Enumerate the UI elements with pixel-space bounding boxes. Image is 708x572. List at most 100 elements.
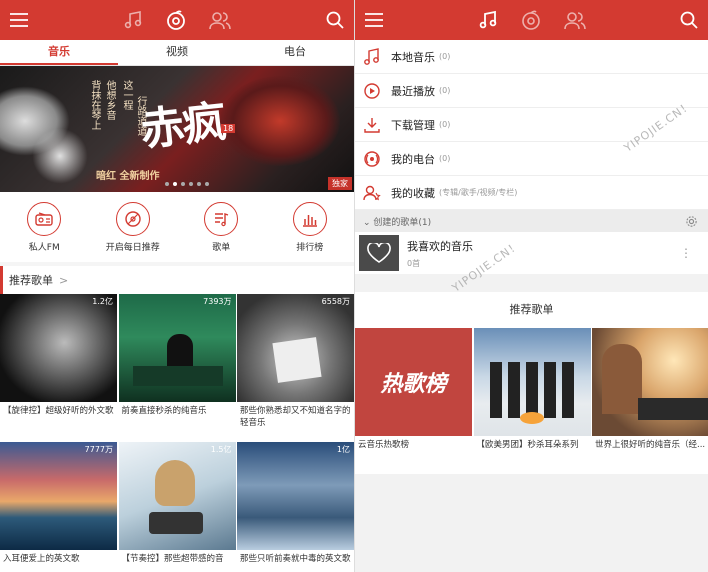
playlist-card[interactable]: 7393万 前奏直接秒杀的纯音乐: [118, 294, 236, 440]
recommended-header: 推荐歌单: [355, 292, 708, 328]
top-bar: [0, 0, 354, 40]
playlist-track-count: 0首: [407, 258, 421, 268]
playlist-caption: 【欧美男团】秒杀耳朵系列: [476, 440, 579, 450]
hot-chart-logo: 热歌榜: [380, 372, 447, 397]
friends-tab-icon[interactable]: [209, 10, 231, 30]
playlist-caption: 那些你熟悉却又不知道名字的轻音乐: [240, 406, 351, 428]
menu-item-downloads[interactable]: 下载管理 (0): [355, 108, 708, 142]
playlist-cover: 7777万: [0, 441, 117, 550]
menu-item-count: (0): [439, 86, 451, 95]
search-icon[interactable]: [326, 11, 344, 29]
menu-item-label: 下载管理: [391, 118, 435, 132]
menu-item-label: 本地音乐: [391, 50, 435, 64]
charts-label: 排行榜: [296, 243, 324, 253]
menu-item-local-music[interactable]: 本地音乐 (0): [355, 40, 708, 74]
music-tab-icon[interactable]: [478, 10, 498, 30]
playlist-grid: 1.2亿 【旋律控】超级好听的外文歌 7393万 前奏直接秒杀的纯音乐 6558…: [0, 294, 354, 572]
discover-tab-icon[interactable]: [165, 9, 187, 31]
search-icon[interactable]: [680, 11, 698, 29]
recommended-playlists-header[interactable]: 推荐歌单 >: [0, 266, 354, 294]
playlist-cover: 1.2亿: [0, 294, 117, 402]
daily-recommend-button[interactable]: 开启每日推荐: [93, 202, 173, 253]
banner-pager: [165, 182, 209, 186]
banner-badge: 18: [221, 124, 236, 133]
banner-subtitle: 暗红 全新制作: [96, 171, 160, 182]
created-playlists-label: 创建的歌单(1): [373, 217, 432, 228]
playlist-card[interactable]: 1.5亿 【节奏控】那些超带感的音: [118, 441, 236, 572]
playlist-cover: [592, 328, 708, 436]
chevron-down-icon: ⌄: [363, 217, 371, 228]
discover-screen: 音乐 视频 电台 背抹在琴上 他想乡音 这一程 行路道道 赤疯 18 暗红 全新…: [0, 0, 354, 572]
recommended-grid: 热歌榜 云音乐热歌榜 【欧美男团】秒杀耳朵系列 世界上很好听的纯音乐（经...: [355, 328, 708, 474]
discover-tab-icon[interactable]: [520, 9, 542, 31]
play-count: 7777万: [84, 444, 113, 454]
section-title: 推荐歌单: [9, 274, 53, 287]
playlist-caption: 世界上很好听的纯音乐（经...: [595, 440, 706, 450]
play-count: 1.5亿: [210, 444, 232, 454]
menu-item-label: 我的电台: [391, 152, 435, 166]
playlist-card[interactable]: 世界上很好听的纯音乐（经...: [592, 328, 708, 474]
playlist-caption: 【节奏控】那些超带感的音: [121, 553, 224, 564]
private-fm-label: 私人FM: [28, 243, 60, 253]
playlist-icon: [215, 213, 229, 227]
daily-recommend-label: 开启每日推荐: [105, 243, 160, 253]
tab-video[interactable]: 视频: [118, 40, 236, 65]
playlist-title: 我喜欢的音乐: [407, 239, 473, 253]
play-count: 7393万: [203, 297, 232, 306]
playlist-caption: 那些只听前奏就中毒的英文歌: [240, 553, 351, 564]
quick-actions: 私人FM 开启每日推荐 歌单 排行榜: [0, 192, 354, 262]
more-options-icon[interactable]: ⋮: [680, 246, 692, 260]
play-count: 1.2亿: [92, 297, 113, 306]
playlist-card[interactable]: 1亿 那些只听前奏就中毒的英文歌: [237, 441, 354, 572]
playlist-card[interactable]: 1.2亿 【旋律控】超级好听的外文歌: [0, 294, 117, 440]
radio-fm-icon: [35, 212, 53, 226]
banner-text-col2: 他想乡音: [104, 80, 115, 120]
menu-item-count: (0): [439, 154, 451, 163]
playlist-cover: [359, 235, 399, 271]
playlist-label: 歌单: [212, 243, 231, 253]
created-playlists-header[interactable]: ⌄ 创建的歌单(1): [355, 210, 708, 232]
charts-button[interactable]: 排行榜: [270, 202, 350, 253]
chevron-right-icon: >: [59, 273, 69, 287]
menu-icon[interactable]: [365, 13, 383, 27]
music-tab-icon[interactable]: [123, 10, 143, 30]
tab-music[interactable]: 音乐: [0, 40, 118, 65]
banner[interactable]: 背抹在琴上 他想乡音 这一程 行路道道 赤疯 18 暗红 全新制作 独家: [0, 66, 354, 192]
menu-icon[interactable]: [10, 13, 28, 27]
play-count: 1亿: [336, 444, 350, 454]
menu-item-recent-play[interactable]: 最近播放 (0): [355, 74, 708, 108]
playlist-row-favorites[interactable]: 我喜欢的音乐 0首 ⋮: [355, 232, 708, 274]
top-bar: [355, 0, 708, 40]
calendar-disc-icon: [125, 211, 141, 227]
playlist-card[interactable]: 6558万 那些你熟悉却又不知道名字的轻音乐: [237, 294, 354, 440]
recent-play-icon: [364, 82, 380, 99]
menu-item-count: (专辑/歌手/视频/专栏): [439, 188, 518, 197]
playlist-card[interactable]: 【欧美男团】秒杀耳朵系列: [473, 328, 591, 474]
menu-item-count: (0): [439, 52, 451, 61]
private-fm-button[interactable]: 私人FM: [4, 202, 84, 253]
menu-item-my-radio[interactable]: 我的电台 (0): [355, 142, 708, 176]
banner-text-col3: 这一程: [121, 80, 132, 110]
radio-icon: [364, 150, 380, 167]
play-count: 6558万: [321, 297, 350, 306]
favorites-icon: [363, 185, 381, 200]
music-note-icon: [364, 47, 379, 65]
banner-headline: 赤疯: [138, 96, 227, 157]
playlist-cover: 1亿: [237, 441, 354, 550]
menu-item-favorites[interactable]: 我的收藏 (专辑/歌手/视频/专栏): [355, 176, 708, 210]
playlist-card[interactable]: 热歌榜 云音乐热歌榜: [355, 328, 472, 474]
friends-tab-icon[interactable]: [563, 10, 586, 30]
playlist-card[interactable]: 7777万 入耳便爱上的英文歌: [0, 441, 117, 572]
menu-item-count: (0): [439, 120, 451, 129]
bar-chart-icon: [302, 215, 317, 227]
menu-item-label: 我的收藏: [391, 186, 435, 200]
playlist-caption: 云音乐热歌榜: [358, 440, 410, 450]
playlist-button[interactable]: 歌单: [181, 202, 261, 253]
banner-text-col1: 背抹在琴上: [89, 80, 100, 130]
my-music-menu: 本地音乐 (0) 最近播放 (0) 下载管理 (0) 我的电台 (0) 我的收藏…: [355, 40, 708, 210]
playlist-cover: 热歌榜: [355, 328, 472, 436]
sub-tabs: 音乐 视频 电台: [0, 40, 354, 66]
menu-item-label: 最近播放: [391, 84, 435, 98]
tab-radio[interactable]: 电台: [236, 40, 354, 65]
gear-icon[interactable]: [685, 215, 698, 228]
